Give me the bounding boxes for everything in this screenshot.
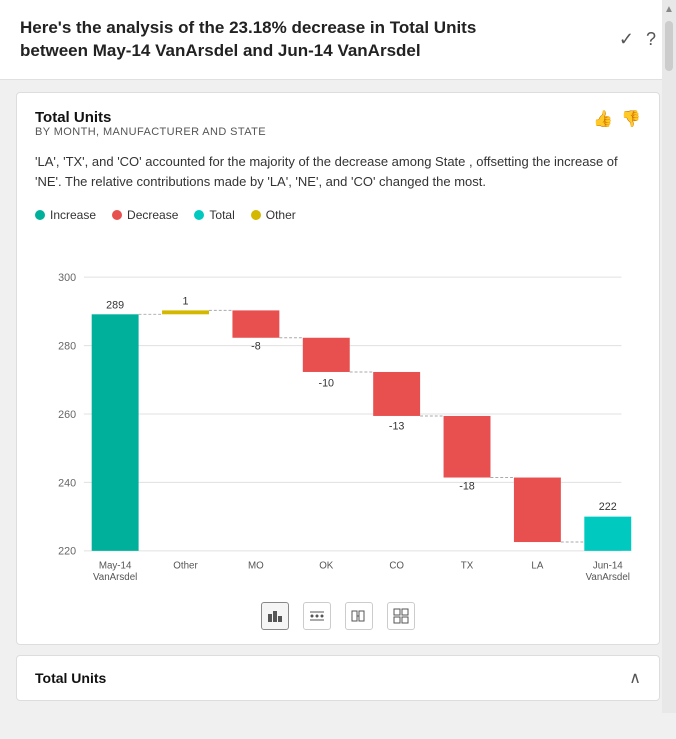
legend-label-decrease: Decrease bbox=[127, 208, 178, 222]
legend-dot-total bbox=[194, 210, 204, 220]
legend-item-decrease: Decrease bbox=[112, 208, 178, 222]
header: Here's the analysis of the 23.18% decrea… bbox=[0, 0, 676, 80]
grid-icon bbox=[393, 608, 409, 624]
bar-ok bbox=[303, 338, 350, 372]
bar-other bbox=[162, 311, 209, 315]
scrollbar[interactable]: ▲ bbox=[662, 0, 676, 713]
legend-label-increase: Increase bbox=[50, 208, 96, 222]
card-feedback: 👍 👎 bbox=[593, 109, 641, 129]
lines-icon bbox=[351, 608, 367, 624]
bar-la bbox=[514, 478, 561, 543]
svg-text:260: 260 bbox=[58, 409, 76, 421]
svg-text:OK: OK bbox=[319, 561, 334, 572]
svg-text:280: 280 bbox=[58, 341, 76, 353]
check-icon[interactable]: ✓ bbox=[619, 29, 634, 50]
chart-icon-grid[interactable] bbox=[387, 602, 415, 630]
bottom-card: Total Units ∧ bbox=[16, 655, 660, 701]
card-title: Total Units bbox=[35, 109, 266, 126]
bar-mo bbox=[232, 311, 279, 338]
svg-text:TX: TX bbox=[461, 561, 474, 572]
chart-legend: Increase Decrease Total Other bbox=[35, 208, 641, 222]
bar-may14 bbox=[92, 315, 139, 552]
scroll-thumb[interactable] bbox=[665, 21, 673, 71]
svg-text:-8: -8 bbox=[251, 341, 261, 353]
page-title: Here's the analysis of the 23.18% decrea… bbox=[20, 17, 540, 63]
chart-icon-bar[interactable] bbox=[261, 602, 289, 630]
svg-text:-13: -13 bbox=[389, 421, 405, 433]
help-icon[interactable]: ? bbox=[646, 29, 656, 50]
chart-icon-dots[interactable] bbox=[303, 602, 331, 630]
header-actions: ✓ ? bbox=[607, 29, 656, 50]
legend-label-total: Total bbox=[209, 208, 234, 222]
thumbs-up-icon[interactable]: 👍 bbox=[593, 109, 613, 129]
svg-text:222: 222 bbox=[599, 501, 617, 513]
svg-text:1: 1 bbox=[183, 296, 189, 308]
dots-icon bbox=[309, 608, 325, 624]
legend-item-increase: Increase bbox=[35, 208, 96, 222]
analysis-card: Total Units BY MONTH, MANUFACTURER AND S… bbox=[16, 92, 660, 645]
bar-co bbox=[373, 372, 420, 416]
legend-item-total: Total bbox=[194, 208, 234, 222]
svg-text:289: 289 bbox=[106, 300, 124, 312]
thumbs-down-icon[interactable]: 👎 bbox=[621, 109, 641, 129]
svg-text:220: 220 bbox=[58, 546, 76, 558]
svg-text:LA: LA bbox=[531, 561, 543, 572]
legend-item-other: Other bbox=[251, 208, 296, 222]
svg-text:May-14: May-14 bbox=[99, 561, 132, 572]
svg-text:VanArsdel: VanArsdel bbox=[93, 572, 137, 583]
legend-dot-increase bbox=[35, 210, 45, 220]
card-subtitle: BY MONTH, MANUFACTURER AND STATE bbox=[35, 126, 266, 138]
svg-text:MO: MO bbox=[248, 561, 264, 572]
card-title-group: Total Units BY MONTH, MANUFACTURER AND S… bbox=[35, 109, 266, 148]
svg-text:240: 240 bbox=[58, 478, 76, 490]
svg-text:-19: -19 bbox=[530, 460, 546, 472]
svg-text:CO: CO bbox=[389, 561, 404, 572]
card-description: 'LA', 'TX', and 'CO' accounted for the m… bbox=[35, 152, 641, 192]
svg-text:-18: -18 bbox=[459, 481, 475, 493]
chart-icon-lines[interactable] bbox=[345, 602, 373, 630]
svg-text:-10: -10 bbox=[318, 378, 334, 390]
svg-text:Other: Other bbox=[173, 561, 198, 572]
bottom-card-title: Total Units bbox=[35, 670, 106, 686]
svg-text:VanArsdel: VanArsdel bbox=[586, 572, 630, 583]
main-content: Total Units BY MONTH, MANUFACTURER AND S… bbox=[0, 80, 676, 713]
bar-tx bbox=[444, 416, 491, 478]
legend-label-other: Other bbox=[266, 208, 296, 222]
waterfall-chart: 300 280 260 240 220 bbox=[35, 234, 641, 594]
card-header: Total Units BY MONTH, MANUFACTURER AND S… bbox=[35, 109, 641, 148]
bar-jun14 bbox=[584, 517, 631, 551]
chart-view-controls bbox=[35, 602, 641, 630]
chart-svg: 300 280 260 240 220 bbox=[35, 234, 641, 594]
bar-chart-icon bbox=[267, 608, 283, 624]
legend-dot-decrease bbox=[112, 210, 122, 220]
svg-text:300: 300 bbox=[58, 272, 76, 284]
legend-dot-other bbox=[251, 210, 261, 220]
scroll-up-arrow[interactable]: ▲ bbox=[664, 4, 674, 15]
svg-text:Jun-14: Jun-14 bbox=[593, 561, 623, 572]
bottom-card-arrow[interactable]: ∧ bbox=[629, 668, 641, 688]
